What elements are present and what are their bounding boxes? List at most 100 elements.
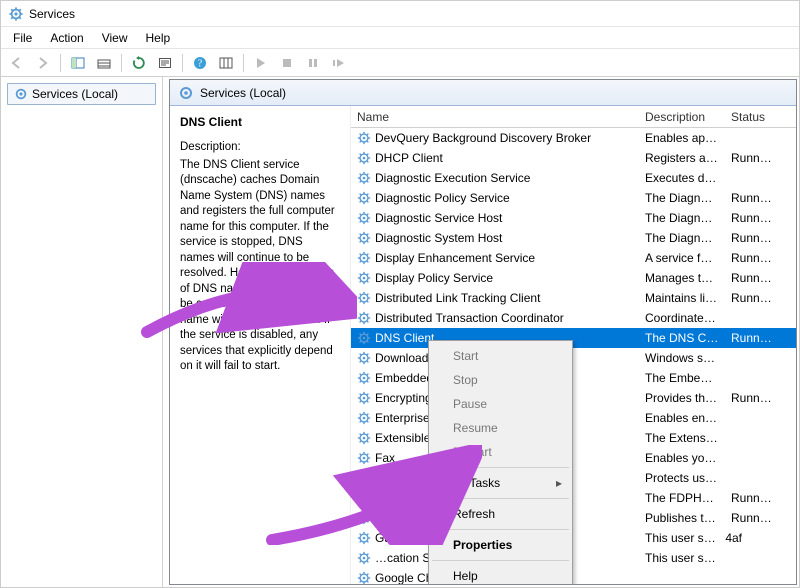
ctx-start: Start — [431, 344, 570, 368]
service-status: Running — [725, 151, 779, 165]
service-description: Executes dia… — [639, 171, 725, 185]
service-description: Enables you … — [639, 451, 725, 465]
service-description: Enables ente… — [639, 411, 725, 425]
service-description: The FDPHOS… — [639, 491, 725, 505]
service-row[interactable]: FaxEnables you … — [351, 448, 796, 468]
service-status: Running — [725, 511, 779, 525]
service-row[interactable]: Extensible AuthThe Extensib… — [351, 428, 796, 448]
ctx-all-tasks[interactable]: All Tasks▸ — [431, 471, 570, 495]
service-icon — [357, 471, 371, 485]
submenu-arrow-icon: ▸ — [556, 476, 562, 490]
service-row[interactable]: GameDThis user ser…4af — [351, 528, 796, 548]
service-row[interactable]: Function DiscoPublishes thi…Running — [351, 508, 796, 528]
menu-file[interactable]: File — [5, 29, 40, 47]
ctx-resume: Resume — [431, 416, 570, 440]
service-icon — [357, 431, 371, 445]
service-row[interactable]: Downloaded MWindows ser… — [351, 348, 796, 368]
service-row[interactable]: DevQuery Background Discovery Broker Enab… — [351, 128, 796, 148]
ctx-restart: Restart — [431, 440, 570, 464]
toolbar-separator — [182, 54, 183, 72]
service-icon — [357, 411, 371, 425]
service-description: This user ser… — [639, 551, 725, 565]
service-icon — [357, 211, 371, 225]
service-icon — [357, 451, 371, 465]
refresh-button[interactable] — [127, 52, 151, 74]
service-icon — [357, 531, 371, 545]
service-name: Diagnostic System Host — [375, 231, 502, 245]
service-description: Enables app… — [639, 131, 725, 145]
title-bar: Services — [1, 1, 799, 27]
service-name: Diagnostic Policy Service — [375, 191, 510, 205]
help-button[interactable]: ? — [188, 52, 212, 74]
service-row[interactable]: Distributed Transaction Coordinator Coord… — [351, 308, 796, 328]
service-row[interactable]: File History SerProtects user… — [351, 468, 796, 488]
list-pane: Name Description Status DevQuery Backgro… — [350, 106, 796, 584]
tree-pane: Services (Local) — [1, 77, 163, 587]
service-row[interactable]: Embedded MoThe Embedd… — [351, 368, 796, 388]
row-trail: 4af — [725, 531, 742, 545]
stop-service-button — [275, 52, 299, 74]
tree-root-item[interactable]: Services (Local) — [7, 83, 156, 105]
service-description: A service for … — [639, 251, 725, 265]
toolbar: ? — [1, 49, 799, 77]
show-hide-tree-button[interactable] — [66, 52, 90, 74]
main-pane: Services (Local) DNS Client Description:… — [163, 77, 799, 587]
service-description: Protects user… — [639, 471, 725, 485]
service-name: Display Enhancement Service — [375, 251, 535, 265]
service-row[interactable]: Google Chrome Elevation Service — [351, 568, 796, 584]
back-button — [5, 52, 29, 74]
properties-button[interactable] — [153, 52, 177, 74]
service-row[interactable]: Function DiscoThe FDPHOS…Running — [351, 488, 796, 508]
service-row[interactable]: Diagnostic System HostThe Diagnos…Runnin… — [351, 228, 796, 248]
service-name: Distributed Transaction Coordinator — [375, 311, 564, 325]
ctx-stop: Stop — [431, 368, 570, 392]
service-row[interactable]: Display Policy ServiceManages th…Running — [351, 268, 796, 288]
service-icon — [357, 391, 371, 405]
detail-description-text: The DNS Client service (dnscache) caches… — [180, 158, 340, 375]
menu-view[interactable]: View — [94, 29, 136, 47]
menu-help[interactable]: Help — [138, 29, 179, 47]
service-name: Distributed Link Tracking Client — [375, 291, 540, 305]
service-status: Running — [725, 291, 779, 305]
service-description: The DNS Cli… — [639, 331, 725, 345]
ctx-separator — [432, 498, 569, 499]
column-name[interactable]: Name — [351, 110, 639, 124]
service-row[interactable]: Display Enhancement Service A service for… — [351, 248, 796, 268]
service-row[interactable]: Diagnostic Execution ServiceExecutes dia… — [351, 168, 796, 188]
service-row[interactable]: DNS ClientThe DNS Cli…Running — [351, 328, 796, 348]
service-icon — [357, 491, 371, 505]
service-description: Coordinates … — [639, 311, 725, 325]
detail-pane: DNS Client Description: The DNS Client s… — [170, 106, 350, 584]
columns-button[interactable] — [214, 52, 238, 74]
service-icon — [357, 271, 371, 285]
menu-action[interactable]: Action — [42, 29, 91, 47]
service-icon — [357, 371, 371, 385]
service-description: Registers an… — [639, 151, 725, 165]
service-icon — [357, 291, 371, 305]
ctx-refresh[interactable]: Refresh — [431, 502, 570, 526]
service-icon — [357, 191, 371, 205]
panel-header: Services (Local) — [170, 80, 796, 106]
ctx-help[interactable]: Help — [431, 564, 570, 584]
column-headers: Name Description Status — [351, 106, 796, 128]
service-row[interactable]: …cation SeThis user ser… — [351, 548, 796, 568]
column-description[interactable]: Description — [639, 110, 725, 124]
service-row[interactable]: Enterprise AppEnables ente… — [351, 408, 796, 428]
column-status[interactable]: Status — [725, 110, 779, 124]
service-row[interactable]: Distributed Link Tracking ClientMaintain… — [351, 288, 796, 308]
export-list-button[interactable] — [92, 52, 116, 74]
service-status: Running — [725, 391, 779, 405]
service-row[interactable]: Diagnostic Service HostThe Diagnos…Runni… — [351, 208, 796, 228]
service-name: DevQuery Background Discovery Broker — [375, 131, 591, 145]
service-status: Running — [725, 211, 779, 225]
service-row[interactable]: DHCP ClientRegisters an…Running — [351, 148, 796, 168]
service-row[interactable]: Encrypting FileProvides the…Running — [351, 388, 796, 408]
service-icon — [357, 131, 371, 145]
service-name: GameD — [375, 531, 416, 545]
service-row[interactable]: Diagnostic Policy ServiceThe Diagnos…Run… — [351, 188, 796, 208]
service-status: Running — [725, 191, 779, 205]
service-icon — [357, 511, 371, 525]
service-description: The Diagnos… — [639, 211, 725, 225]
ctx-separator — [432, 467, 569, 468]
ctx-properties[interactable]: Properties — [431, 533, 570, 557]
